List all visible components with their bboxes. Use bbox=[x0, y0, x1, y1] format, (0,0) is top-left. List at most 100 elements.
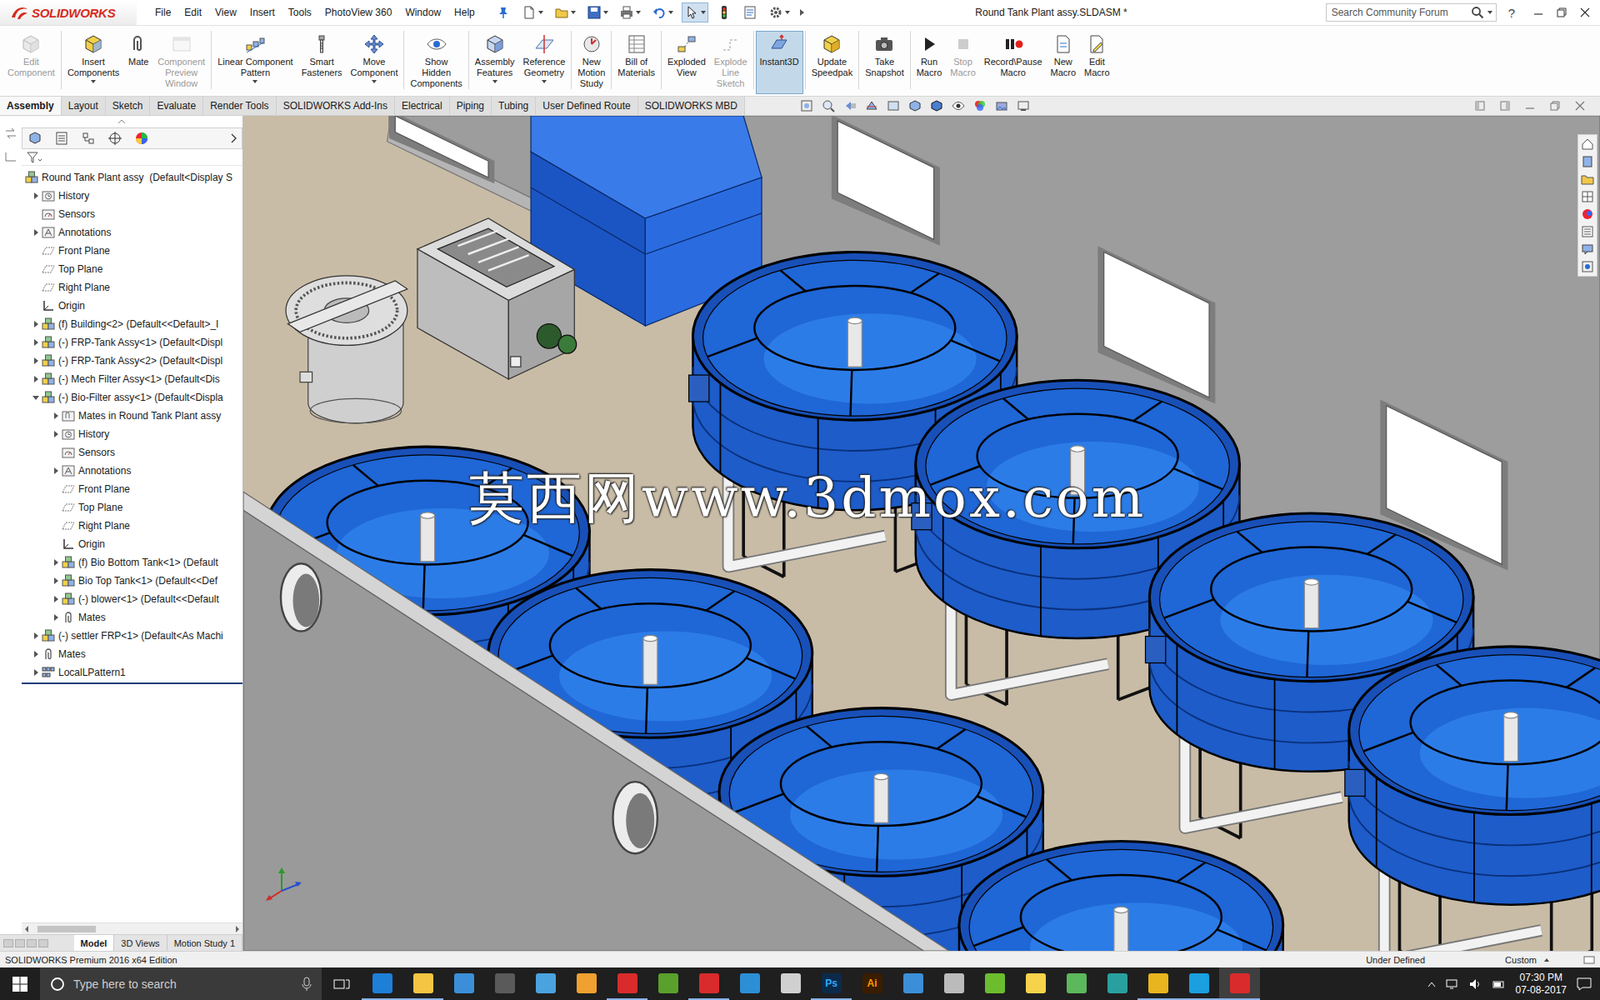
magnifier-icon[interactable] bbox=[1470, 5, 1485, 20]
expander[interactable] bbox=[50, 465, 62, 477]
taskbar-app[interactable] bbox=[443, 967, 485, 1000]
taskbar-app[interactable] bbox=[1096, 967, 1138, 1000]
expand-arrow-icon[interactable] bbox=[34, 669, 39, 676]
toolbar-button[interactable]: MoveComponent bbox=[346, 30, 403, 95]
taskbar-app[interactable] bbox=[484, 967, 525, 1000]
scroll-thumb[interactable] bbox=[37, 925, 96, 933]
command-tab[interactable]: SOLIDWORKS MBD bbox=[638, 96, 745, 115]
command-tab[interactable]: Tubing bbox=[491, 96, 536, 115]
menu-item[interactable]: Insert bbox=[243, 3, 282, 22]
hide-show-icon[interactable] bbox=[951, 99, 965, 113]
dock-icon[interactable] bbox=[4, 150, 18, 163]
expander[interactable] bbox=[30, 355, 42, 367]
expand-arrow-icon[interactable] bbox=[32, 395, 40, 400]
appearances-icon[interactable] bbox=[1580, 207, 1595, 221]
taskbar-app[interactable] bbox=[525, 967, 566, 1000]
settler[interactable] bbox=[285, 275, 408, 424]
start-button[interactable] bbox=[0, 967, 40, 1000]
task-pane-icon[interactable] bbox=[4, 127, 18, 140]
expander[interactable] bbox=[30, 226, 42, 239]
dynamic-annotation-icon[interactable] bbox=[886, 99, 900, 113]
dropdown-arrow-icon[interactable] bbox=[700, 10, 706, 15]
tab-nav-button[interactable] bbox=[3, 939, 14, 948]
solidworks-resources-icon[interactable] bbox=[1580, 260, 1595, 274]
menu-item[interactable]: Window bbox=[398, 3, 448, 22]
expand-arrow-icon[interactable] bbox=[34, 229, 39, 236]
tree-item[interactable]: Mates bbox=[21, 645, 243, 664]
expand-arrow-icon[interactable] bbox=[54, 467, 59, 475]
quick-access-button[interactable] bbox=[616, 2, 644, 23]
home-icon[interactable] bbox=[1580, 137, 1595, 151]
tree-item[interactable]: Origin bbox=[21, 296, 243, 315]
taskbar-app[interactable] bbox=[729, 967, 770, 1000]
model-scene[interactable] bbox=[243, 115, 1600, 951]
tree-item[interactable]: (-) FRP-Tank Assy<2> (Default<Displ bbox=[21, 351, 243, 370]
command-tab[interactable]: Evaluate bbox=[150, 96, 204, 115]
menu-item[interactable]: PhotoView 360 bbox=[318, 3, 400, 22]
command-tab[interactable]: Layout bbox=[61, 96, 106, 115]
doc-restore-icon[interactable] bbox=[1550, 100, 1560, 111]
solidworks-logo[interactable]: SOLIDWORKS bbox=[0, 0, 137, 25]
command-tab[interactable]: Piping bbox=[450, 96, 492, 115]
expander[interactable] bbox=[30, 190, 42, 202]
view-settings-icon[interactable] bbox=[1016, 99, 1030, 113]
dropdown-arrow-icon[interactable] bbox=[252, 80, 258, 84]
dropdown-arrow-icon[interactable] bbox=[570, 10, 576, 15]
toolbar-button[interactable]: Bill ofMaterials bbox=[613, 30, 660, 95]
dropdown-arrow-icon[interactable] bbox=[541, 80, 547, 84]
toolbar-button[interactable]: Record\PauseMacro bbox=[980, 30, 1047, 95]
scroll-left-icon[interactable] bbox=[24, 925, 30, 933]
tree-item[interactable]: Round Tank Plant assy (Default<Display S bbox=[21, 168, 243, 187]
quick-access-button[interactable] bbox=[551, 2, 579, 23]
quick-access-button[interactable] bbox=[519, 2, 546, 23]
toolbar-button[interactable]: Instant3D bbox=[755, 30, 804, 95]
taskbar-app[interactable] bbox=[1219, 967, 1260, 1000]
volume-icon[interactable] bbox=[1469, 978, 1483, 990]
rollback-bar[interactable] bbox=[21, 682, 243, 685]
tree-item[interactable]: Mates in Round Tank Plant assy bbox=[21, 406, 243, 425]
clock[interactable]: 07:30 PM07-08-2017 bbox=[1515, 971, 1567, 997]
tree-item[interactable]: Top Plane bbox=[21, 498, 243, 517]
toolbar-button[interactable]: TakeSnapshot bbox=[860, 30, 908, 95]
expander[interactable] bbox=[30, 630, 42, 642]
property-manager-icon[interactable] bbox=[54, 130, 70, 146]
edit-appearance-icon[interactable] bbox=[973, 99, 987, 113]
toolbar-button[interactable]: InsertComponents bbox=[63, 30, 124, 95]
network-icon[interactable] bbox=[1445, 978, 1460, 990]
menu-item[interactable]: Edit bbox=[177, 3, 209, 22]
quick-access-button[interactable] bbox=[765, 2, 793, 23]
feature-manager-icon[interactable] bbox=[27, 130, 43, 146]
dropdown-arrow-icon[interactable] bbox=[492, 80, 498, 84]
toolbar-button[interactable]: EditComponent bbox=[3, 30, 60, 95]
dropdown-arrow-icon[interactable] bbox=[635, 10, 641, 15]
tab-nav-button[interactable] bbox=[15, 939, 25, 948]
filter-funnel-icon[interactable] bbox=[26, 151, 42, 164]
taskbar-app[interactable] bbox=[933, 967, 975, 1000]
toolbar-button[interactable]: ExplodeLineSketch bbox=[710, 30, 752, 97]
toolbar-button[interactable]: Mate bbox=[123, 30, 154, 95]
expander[interactable] bbox=[30, 391, 42, 404]
taskbar-app[interactable]: Ps bbox=[810, 967, 852, 1000]
view-orientation-icon[interactable] bbox=[908, 99, 922, 113]
tree-item[interactable]: Annotations bbox=[21, 223, 243, 242]
taskbar-app[interactable] bbox=[1055, 967, 1097, 1000]
expander[interactable] bbox=[50, 428, 62, 440]
tab-nav-button[interactable] bbox=[38, 939, 49, 948]
toolbar-button[interactable]: ReferenceGeometry bbox=[519, 30, 570, 95]
expand-arrow-icon[interactable] bbox=[54, 559, 59, 566]
expand-arrow-icon[interactable] bbox=[54, 595, 59, 603]
expander[interactable] bbox=[50, 593, 62, 605]
close-icon[interactable] bbox=[1580, 7, 1590, 18]
expand-arrow-icon[interactable] bbox=[34, 650, 39, 658]
taskbar-app[interactable] bbox=[402, 967, 444, 1000]
expander[interactable] bbox=[50, 611, 62, 624]
command-tab[interactable]: User Defined Route bbox=[535, 96, 638, 115]
forum-icon[interactable] bbox=[1580, 242, 1595, 256]
tree-item[interactable]: Sensors bbox=[21, 205, 243, 224]
custom-properties-icon[interactable] bbox=[1580, 225, 1595, 239]
toolbar-button[interactable]: NewMacro bbox=[1046, 30, 1081, 95]
graphics-viewport[interactable]: 莫西网www.3dmox.com bbox=[243, 115, 1600, 951]
expand-arrow-icon[interactable] bbox=[54, 577, 59, 585]
expander[interactable] bbox=[30, 666, 42, 679]
command-tab[interactable]: Render Tools bbox=[203, 96, 277, 115]
